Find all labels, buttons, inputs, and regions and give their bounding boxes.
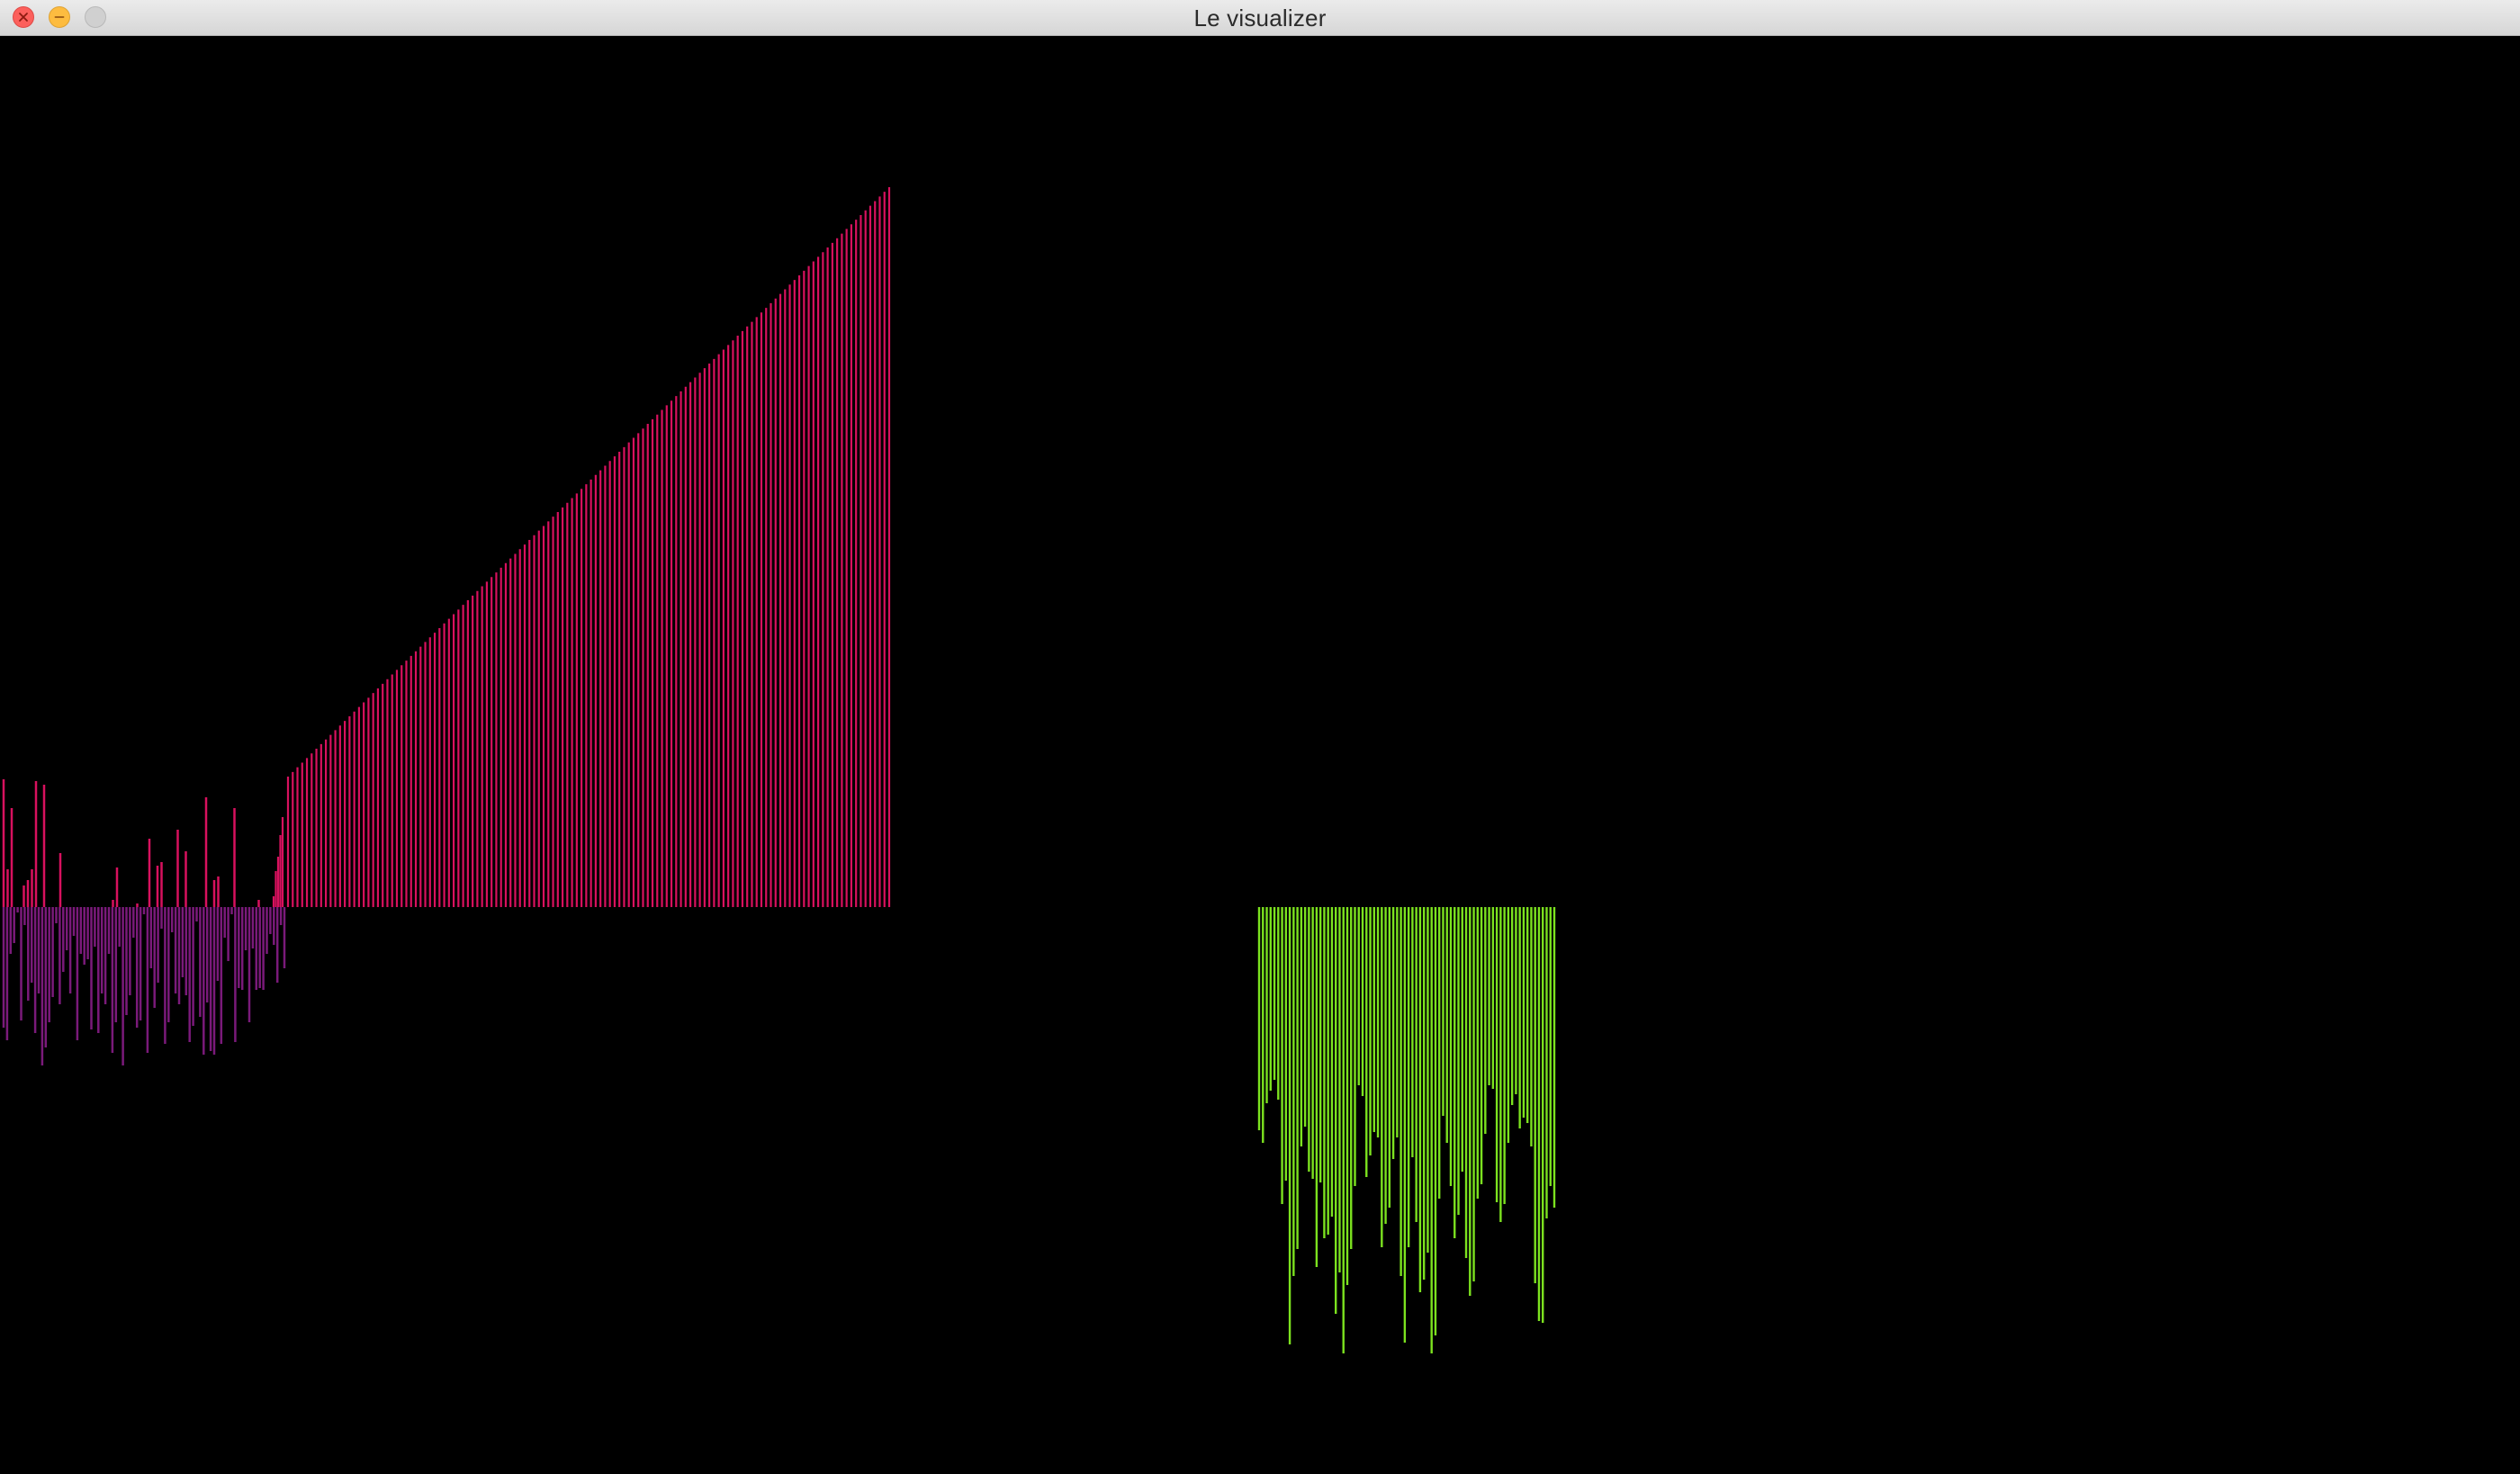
waveform-positive (2, 779, 260, 907)
app-window: Le visualizer (0, 0, 2520, 1474)
ramp-bars (272, 187, 891, 907)
waveform-negative (2, 907, 286, 1065)
title-bar[interactable]: Le visualizer (0, 0, 2520, 36)
visualizer-canvas (0, 36, 2520, 1474)
window-title: Le visualizer (1193, 4, 1327, 31)
spectrum-bars (1257, 907, 1556, 1353)
visualizer-drawing (2, 187, 1556, 1353)
